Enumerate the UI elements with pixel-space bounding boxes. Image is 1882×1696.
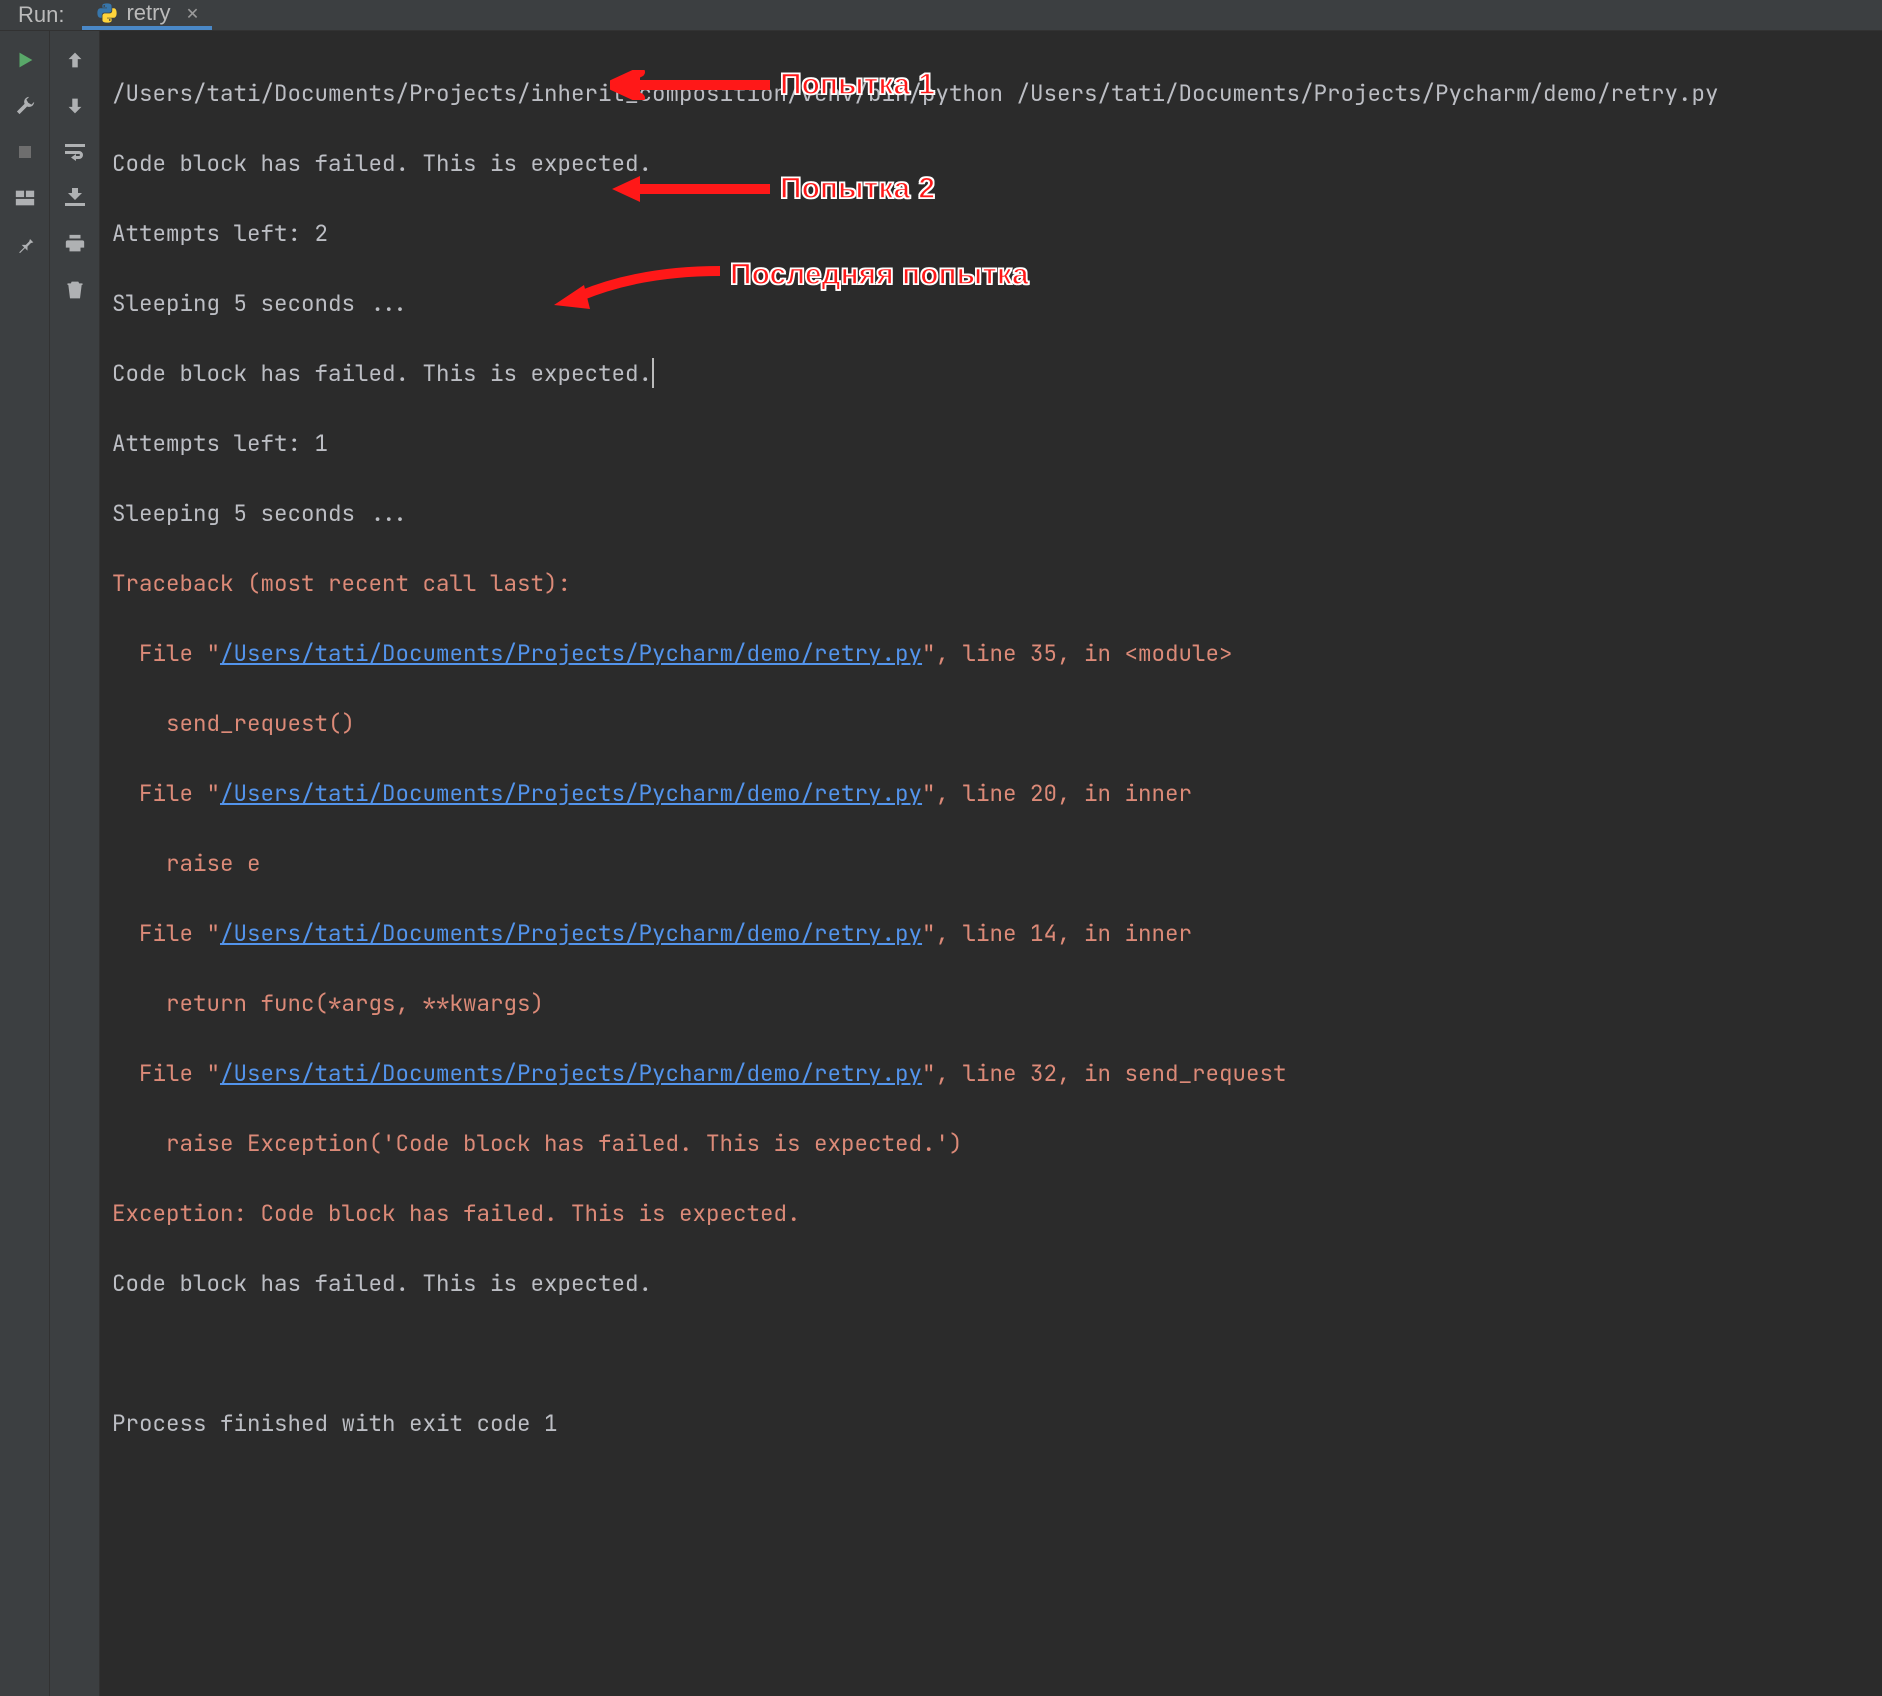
- run-tab-bar: Run: retry ✕: [0, 0, 1882, 31]
- output-line: Sleeping 5 seconds ...: [112, 496, 1870, 531]
- output-line: Attempts left: 1: [112, 426, 1870, 461]
- output-line: Sleeping 5 seconds ...: [112, 286, 1870, 321]
- traceback-file-line: File "/Users/tati/Documents/Projects/Pyc…: [112, 1056, 1870, 1091]
- output-line: Code block has failed. This is expected.: [112, 1266, 1870, 1301]
- layout-icon[interactable]: [12, 185, 38, 211]
- run-panel-title: Run:: [0, 2, 82, 28]
- scroll-to-end-icon[interactable]: [62, 185, 88, 211]
- traceback-code-line: send_request(): [112, 706, 1870, 741]
- rerun-icon[interactable]: [12, 47, 38, 73]
- traceback-code-line: raise Exception('Code block has failed. …: [112, 1126, 1870, 1161]
- pin-icon[interactable]: [12, 231, 38, 257]
- arrow-down-icon[interactable]: [62, 93, 88, 119]
- python-file-icon: [96, 2, 118, 24]
- console-toolbar: [50, 31, 100, 1696]
- output-line: Code block has failed. This is expected.: [112, 146, 1870, 181]
- console-output[interactable]: /Users/tati/Documents/Projects/inherit_c…: [100, 31, 1882, 1696]
- traceback-file-line: File "/Users/tati/Documents/Projects/Pyc…: [112, 916, 1870, 951]
- file-link[interactable]: /Users/tati/Documents/Projects/Pycharm/d…: [220, 778, 922, 808]
- print-icon[interactable]: [62, 231, 88, 257]
- command-line: /Users/tati/Documents/Projects/inherit_c…: [112, 76, 1870, 111]
- run-tab-retry[interactable]: retry ✕: [82, 0, 212, 30]
- output-line: Attempts left: 2: [112, 216, 1870, 251]
- arrow-up-icon[interactable]: [62, 47, 88, 73]
- wrench-icon[interactable]: [12, 93, 38, 119]
- traceback-file-line: File "/Users/tati/Documents/Projects/Pyc…: [112, 776, 1870, 811]
- file-link[interactable]: /Users/tati/Documents/Projects/Pycharm/d…: [220, 918, 922, 948]
- file-link[interactable]: /Users/tati/Documents/Projects/Pycharm/d…: [220, 638, 922, 668]
- traceback-code-line: return func(*args, **kwargs): [112, 986, 1870, 1021]
- trash-icon[interactable]: [62, 277, 88, 303]
- tab-label: retry: [126, 0, 170, 26]
- stop-icon[interactable]: [12, 139, 38, 165]
- traceback-code-line: raise e: [112, 846, 1870, 881]
- soft-wrap-icon[interactable]: [62, 139, 88, 165]
- exception-line: Exception: Code block has failed. This i…: [112, 1196, 1870, 1231]
- file-link[interactable]: /Users/tati/Documents/Projects/Pycharm/d…: [220, 1058, 922, 1088]
- traceback-file-line: File "/Users/tati/Documents/Projects/Pyc…: [112, 636, 1870, 671]
- run-toolbar-left: [0, 31, 50, 1696]
- exit-line: Process finished with exit code 1: [112, 1406, 1870, 1441]
- close-icon[interactable]: ✕: [186, 0, 198, 26]
- traceback-header: Traceback (most recent call last):: [112, 566, 1870, 601]
- output-line: Code block has failed. This is expected.: [112, 356, 1870, 391]
- blank-line: [112, 1336, 1870, 1371]
